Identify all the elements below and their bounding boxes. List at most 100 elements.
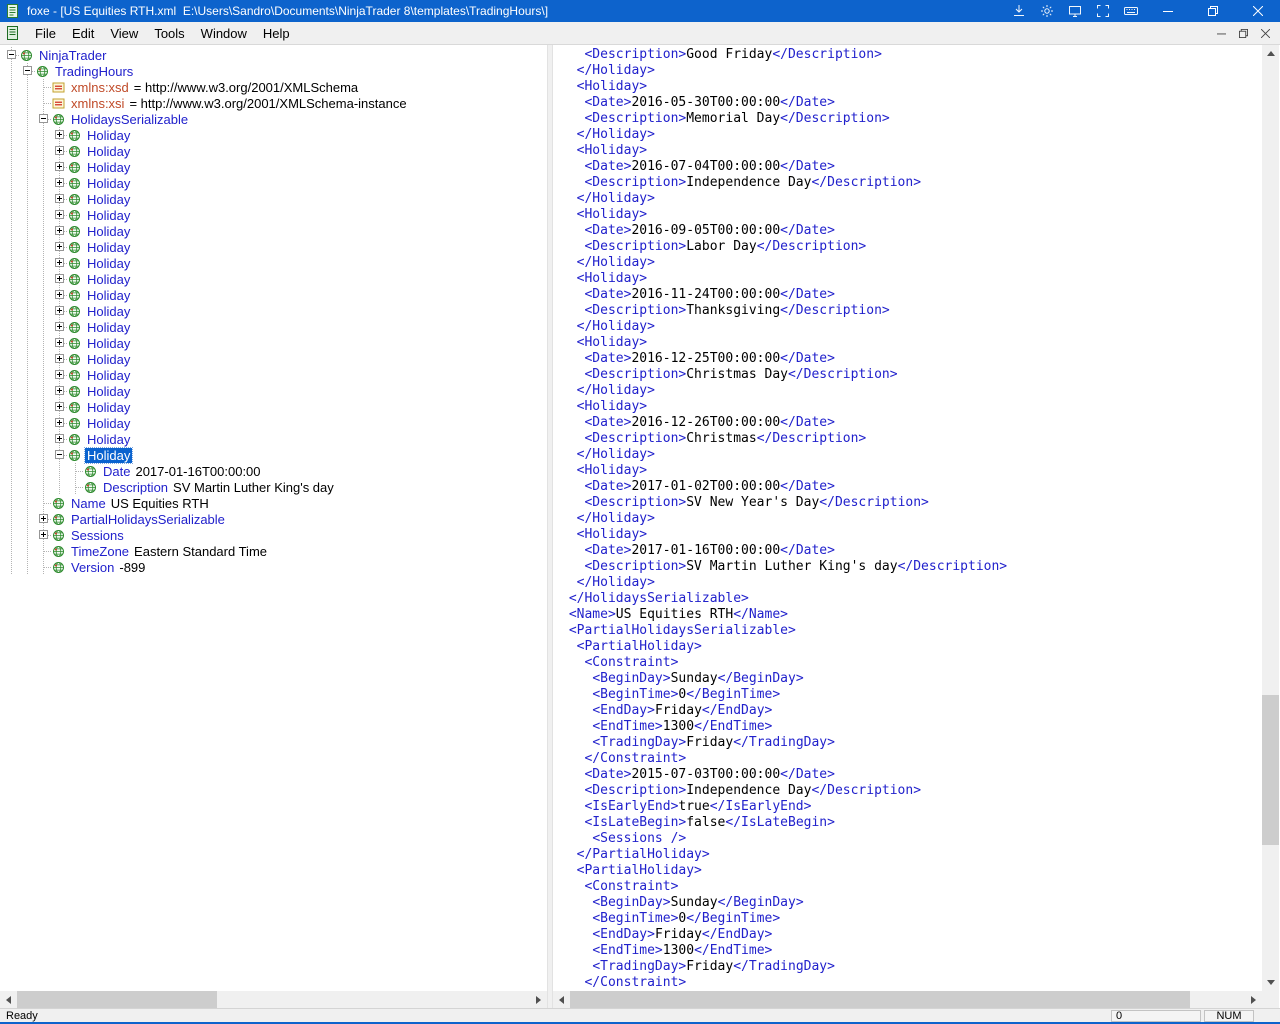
expand-box-icon[interactable] (55, 178, 64, 187)
close-button[interactable] (1235, 0, 1280, 22)
tree-node-tradinghours[interactable]: TradingHours (4, 63, 547, 79)
tree-node-label[interactable]: Holiday (85, 400, 132, 415)
xml-source-editor[interactable]: <Description>Good Friday</Description> <… (553, 45, 1262, 991)
tree-node-label[interactable]: Holiday (85, 416, 132, 431)
tree-node-holiday[interactable]: Holiday (4, 446, 547, 464)
code-line[interactable]: </Holiday> (561, 63, 1262, 79)
tree-node-holiday[interactable]: Holiday (4, 255, 547, 271)
child-minimize-button[interactable] (1210, 24, 1232, 43)
code-line[interactable]: </Holiday> (561, 575, 1262, 591)
code-line[interactable]: <Date>2016-12-26T00:00:00</Date> (561, 415, 1262, 431)
expand-box-icon[interactable] (55, 418, 64, 427)
code-line[interactable]: <Date>2017-01-16T00:00:00</Date> (561, 543, 1262, 559)
expand-box-icon[interactable] (55, 194, 64, 203)
tree-node-partialholidaysserializable[interactable]: PartialHolidaysSerializable (4, 511, 547, 527)
tree-node-label[interactable]: xmlns:xsi (69, 96, 126, 111)
code-line[interactable]: <Date>2015-07-03T00:00:00</Date> (561, 767, 1262, 783)
tree-node-holiday[interactable]: Holiday (4, 159, 547, 175)
menu-item-file[interactable]: File (27, 23, 64, 44)
menu-item-view[interactable]: View (102, 23, 146, 44)
tree-node-label[interactable]: Holiday (85, 304, 132, 319)
code-line[interactable]: <Date>2016-09-05T00:00:00</Date> (561, 223, 1262, 239)
tree-node-label[interactable]: Description (101, 480, 170, 495)
tree-node-label[interactable]: Holiday (85, 224, 132, 239)
tree-node-holiday[interactable]: Holiday (4, 271, 547, 287)
code-line[interactable]: </Holiday> (561, 255, 1262, 271)
vertical-scroll-thumb[interactable] (1262, 695, 1279, 845)
code-line[interactable]: <Date>2017-01-02T00:00:00</Date> (561, 479, 1262, 495)
code-line[interactable]: <Description>Memorial Day</Description> (561, 111, 1262, 127)
code-line[interactable]: <Description>SV Martin Luther King's day… (561, 559, 1262, 575)
code-line[interactable]: <Date>2016-07-04T00:00:00</Date> (561, 159, 1262, 175)
code-line[interactable]: <EndTime>1300</EndTime> (561, 719, 1262, 735)
code-line[interactable]: <Description>Independence Day</Descripti… (561, 783, 1262, 799)
code-line[interactable]: <Description>Christmas Day</Description> (561, 367, 1262, 383)
tree-node-label[interactable]: Holiday (85, 352, 132, 367)
tree-node-holiday[interactable]: Holiday (4, 335, 547, 351)
collapse-box-icon[interactable] (7, 50, 16, 59)
code-line[interactable]: </Constraint> (561, 751, 1262, 767)
tree-node-holiday[interactable]: Holiday (4, 143, 547, 159)
tree-node-label[interactable]: Holiday (85, 176, 132, 191)
code-line[interactable]: </Holiday> (561, 383, 1262, 399)
tree-node-holidaysserializable[interactable]: HolidaysSerializable (4, 111, 547, 127)
expand-box-icon[interactable] (55, 146, 64, 155)
code-line[interactable]: <Date>2016-11-24T00:00:00</Date> (561, 287, 1262, 303)
tree-node-label[interactable]: xmlns:xsd (69, 80, 131, 95)
tree-node-label[interactable]: Holiday (85, 288, 132, 303)
app-icon[interactable] (5, 3, 21, 19)
scroll-left-button[interactable] (0, 991, 17, 1008)
minimize-button[interactable] (1145, 0, 1190, 22)
tree-node-holiday[interactable]: Holiday (4, 351, 547, 367)
restore-button[interactable] (1190, 0, 1235, 22)
tree-node-description[interactable]: Description SV Martin Luther King's day (4, 479, 547, 495)
expand-box-icon[interactable] (55, 290, 64, 299)
tree-node-label[interactable]: HolidaysSerializable (69, 112, 190, 127)
code-line[interactable]: <Description>SV New Year's Day</Descript… (561, 495, 1262, 511)
tree-node-label[interactable]: Holiday (85, 144, 132, 159)
code-line[interactable]: </Holiday> (561, 191, 1262, 207)
expand-box-icon[interactable] (55, 258, 64, 267)
code-line[interactable]: <Holiday> (561, 271, 1262, 287)
tree-node-label[interactable]: Holiday (85, 208, 132, 223)
code-line[interactable]: <Holiday> (561, 79, 1262, 95)
expand-box-icon[interactable] (55, 130, 64, 139)
code-line[interactable]: <BeginTime>0</BeginTime> (561, 687, 1262, 703)
tree-node-label[interactable]: Holiday (85, 320, 132, 335)
tree-node-holiday[interactable]: Holiday (4, 431, 547, 447)
tree-node-label[interactable]: TradingHours (53, 64, 135, 79)
tree-node-label[interactable]: Holiday (85, 256, 132, 271)
scroll-right-button[interactable] (1245, 991, 1262, 1008)
code-line[interactable]: <Constraint> (561, 879, 1262, 895)
expand-box-icon[interactable] (55, 162, 64, 171)
expand-box-icon[interactable] (55, 210, 64, 219)
code-line[interactable]: <Description>Good Friday</Description> (561, 47, 1262, 63)
scroll-down-button[interactable] (1262, 974, 1279, 991)
tree-node-holiday[interactable]: Holiday (4, 207, 547, 223)
code-line[interactable]: <IsEarlyEnd>true</IsEarlyEnd> (561, 799, 1262, 815)
code-line[interactable]: <BeginDay>Sunday</BeginDay> (561, 671, 1262, 687)
editor-horizontal-scrollbar[interactable] (553, 991, 1262, 1008)
code-line[interactable]: <EndDay>Friday</EndDay> (561, 927, 1262, 943)
tree-node-label[interactable]: Holiday (85, 240, 132, 255)
child-close-button[interactable] (1254, 24, 1276, 43)
code-line[interactable]: <PartialHoliday> (561, 863, 1262, 879)
document-icon[interactable] (5, 25, 21, 41)
tree-node-version[interactable]: Version -899 (4, 559, 547, 575)
code-line[interactable]: <IsLateBegin>false</IsLateBegin> (561, 815, 1262, 831)
tree-node-label[interactable]: Date (101, 464, 132, 479)
xml-tree[interactable]: NinjaTrader TradingHours xmlns:xsd = http:/… (0, 45, 547, 991)
horizontal-scroll-thumb[interactable] (17, 991, 217, 1008)
tree-node-label[interactable]: Holiday (85, 272, 132, 287)
expand-box-icon[interactable] (55, 306, 64, 315)
tree-node-xmlns-xsi[interactable]: xmlns:xsi = http://www.w3.org/2001/XMLSch… (4, 95, 547, 111)
expand-box-icon[interactable] (55, 354, 64, 363)
code-line[interactable]: <Holiday> (561, 399, 1262, 415)
expand-box-icon[interactable] (55, 402, 64, 411)
editor-vertical-scrollbar[interactable] (1262, 45, 1279, 991)
code-line[interactable]: <BeginDay>Sunday</BeginDay> (561, 895, 1262, 911)
tree-node-label[interactable]: Holiday (85, 384, 132, 399)
scroll-up-button[interactable] (1262, 45, 1279, 62)
code-line[interactable]: <Constraint> (561, 655, 1262, 671)
tree-node-holiday[interactable]: Holiday (4, 191, 547, 207)
